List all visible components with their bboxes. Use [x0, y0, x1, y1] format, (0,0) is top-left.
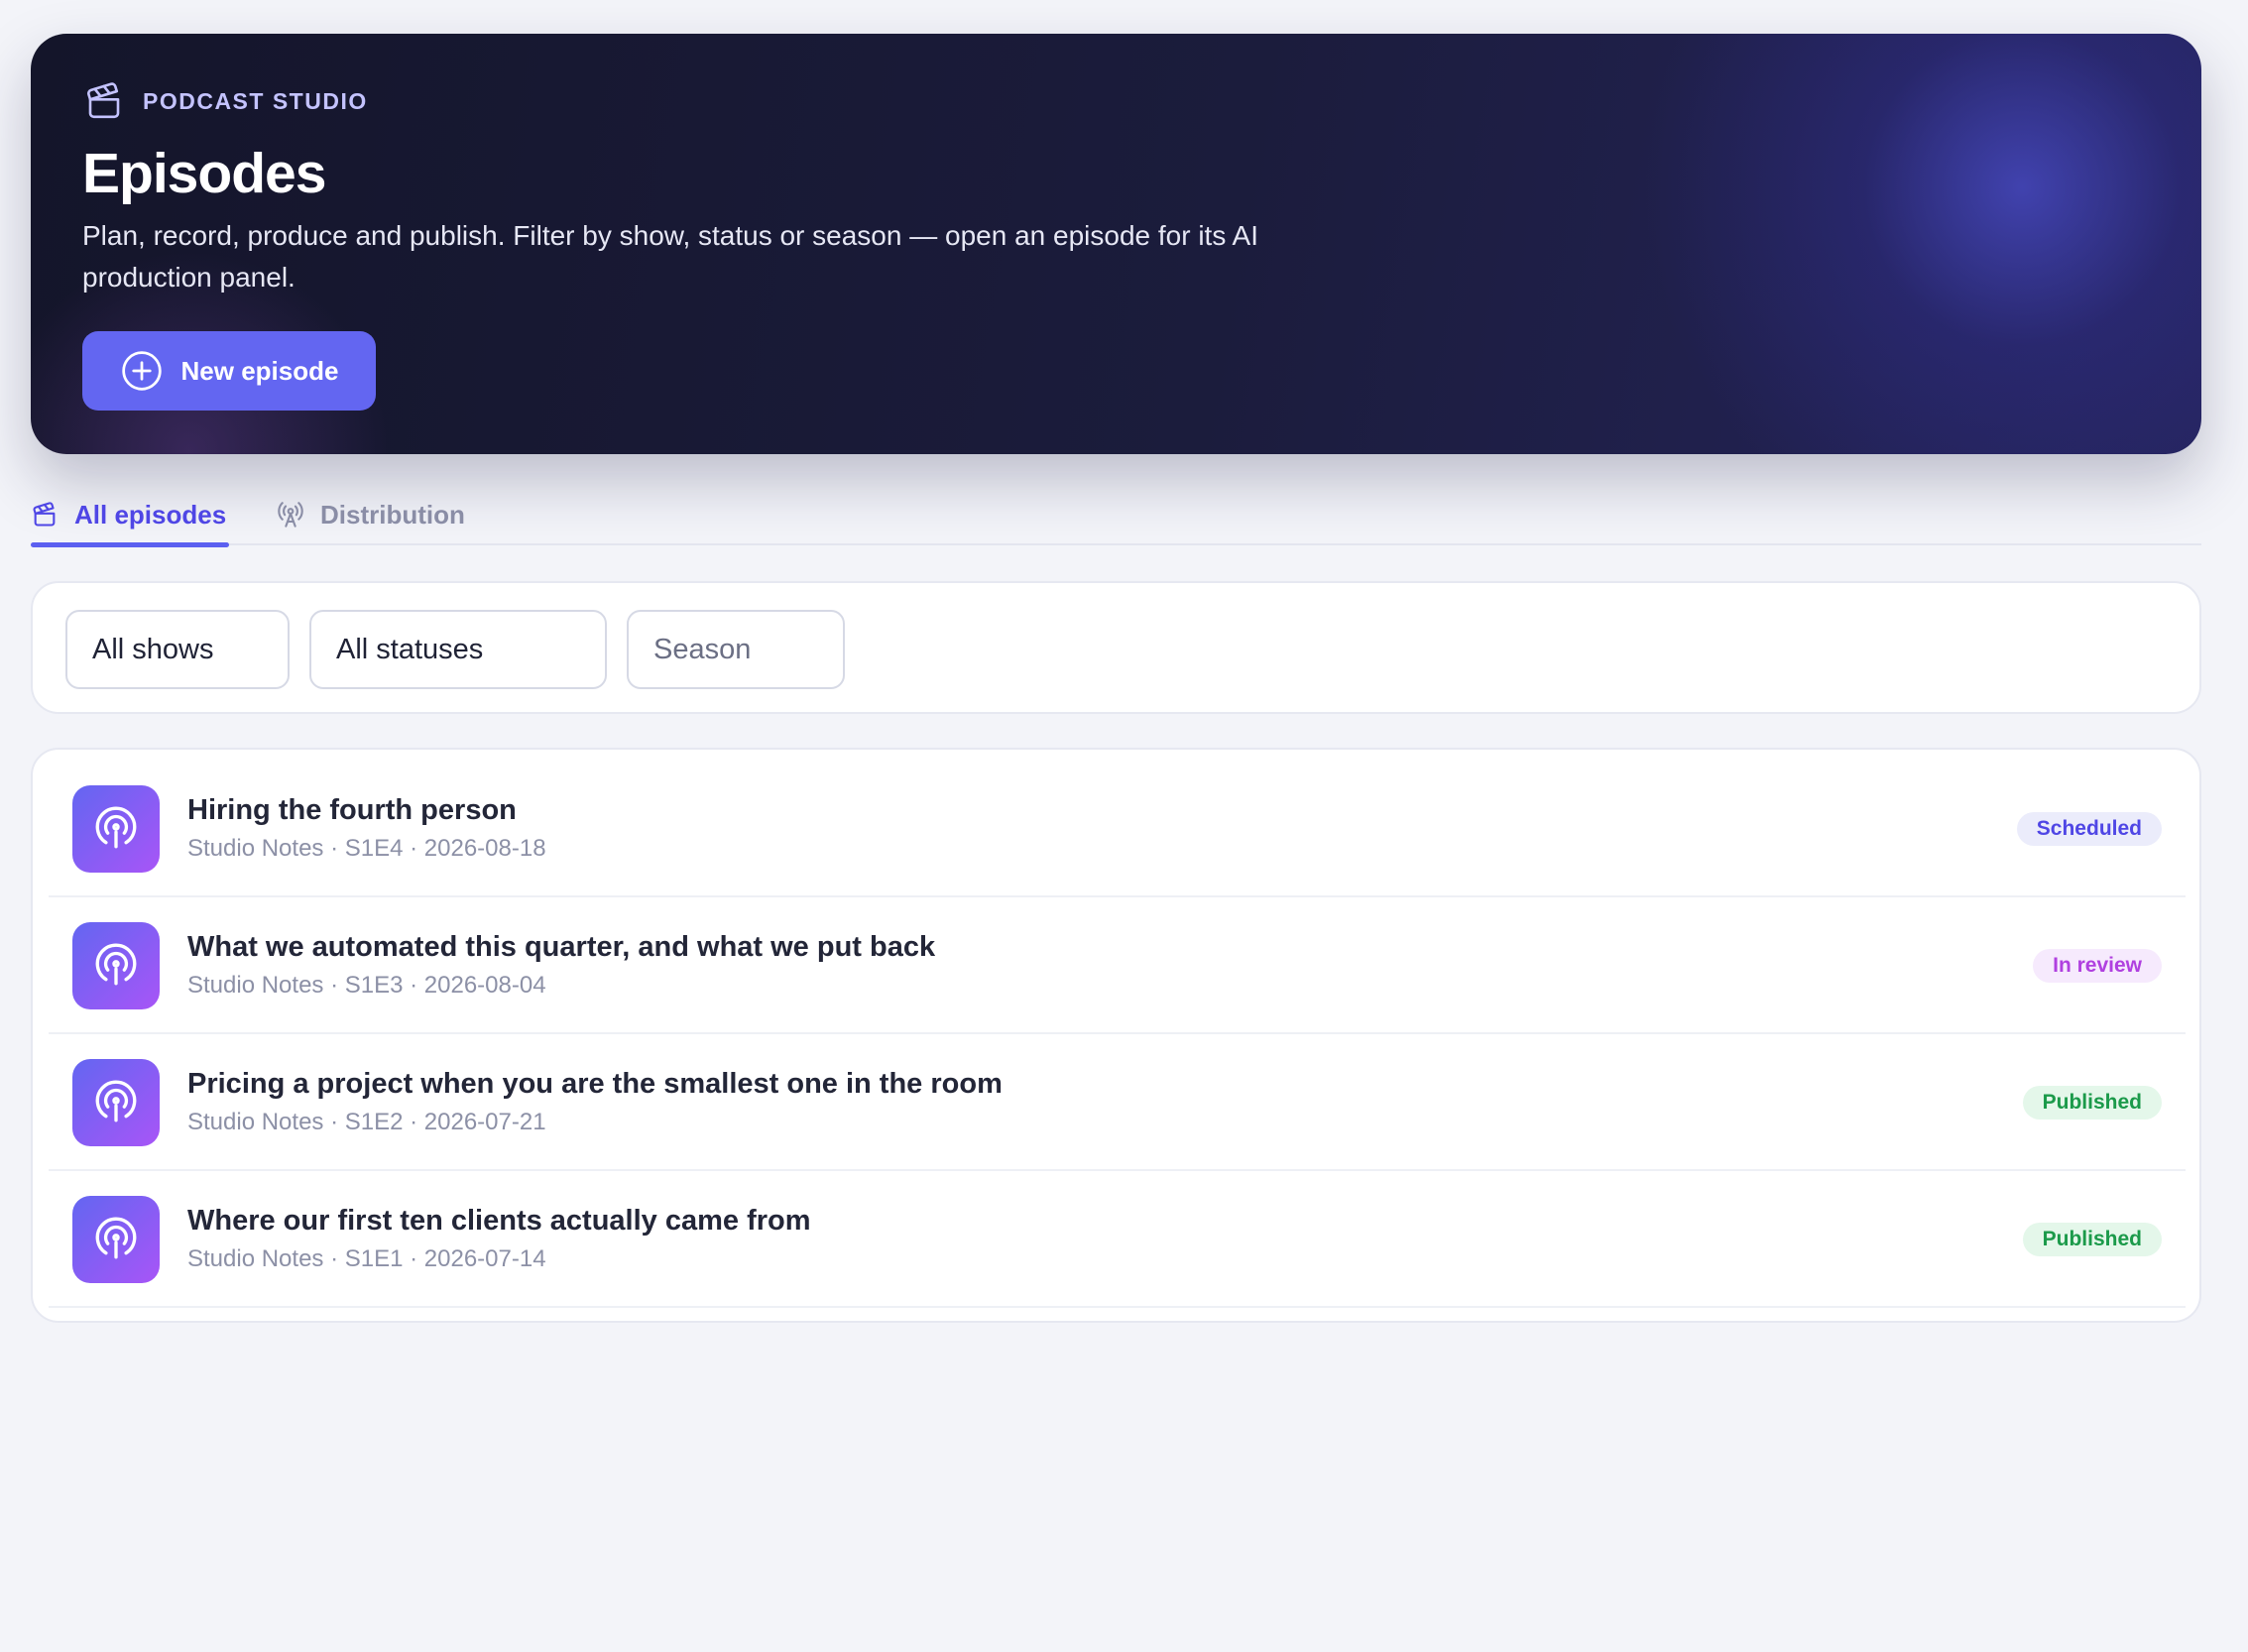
- episode-row[interactable]: Where our first ten clients actually cam…: [49, 1171, 2186, 1308]
- tab-distribution[interactable]: Distribution: [277, 484, 465, 545]
- clapperboard-icon: [33, 502, 56, 527]
- episode-title: Hiring the fourth person: [187, 794, 517, 826]
- page-title: Episodes: [82, 142, 326, 205]
- episode-title: Where our first ten clients actually cam…: [187, 1205, 811, 1237]
- tab-label: All episodes: [74, 499, 227, 530]
- episode-meta: Studio Notes · S1E3 · 2026-08-04: [187, 972, 546, 999]
- hero-banner: PODCAST STUDIO Episodes Plan, record, pr…: [31, 34, 2201, 454]
- podcast-icon: [95, 1080, 137, 1122]
- tab-all-episodes[interactable]: All episodes: [31, 484, 230, 547]
- episode-meta: Studio Notes · S1E4 · 2026-08-18: [187, 835, 546, 862]
- new-episode-button[interactable]: New episode: [82, 331, 376, 411]
- episode-title: Pricing a project when you are the small…: [187, 1068, 1003, 1100]
- episode-row[interactable]: What we automated this quarter, and what…: [49, 897, 2186, 1034]
- episode-row[interactable]: Pricing a project when you are the small…: [49, 1034, 2186, 1171]
- podcast-icon: [95, 1217, 137, 1259]
- episode-thumbnail: [72, 1196, 160, 1283]
- episode-row[interactable]: Hiring the fourth person Studio Notes · …: [49, 761, 2186, 897]
- clapperboard-icon: [87, 82, 120, 119]
- podcast-icon: [95, 943, 137, 986]
- status-badge: Scheduled: [2016, 812, 2162, 846]
- show-filter-select[interactable]: All shows: [65, 610, 290, 689]
- episode-meta: Studio Notes · S1E2 · 2026-07-21: [187, 1109, 546, 1135]
- episode-meta: Studio Notes · S1E1 · 2026-07-14: [187, 1245, 546, 1272]
- tab-bar: All episodes Distribution: [31, 484, 2201, 547]
- episode-list: Hiring the fourth person Studio Notes · …: [31, 748, 2201, 1323]
- season-filter-input[interactable]: Season: [627, 610, 845, 689]
- podcast-icon: [95, 806, 137, 849]
- status-badge: Published: [2022, 1223, 2162, 1256]
- plus-circle-icon: [121, 351, 162, 391]
- hero-eyebrow: PODCAST STUDIO: [83, 80, 368, 122]
- status-filter-select[interactable]: All statuses: [309, 610, 607, 689]
- new-episode-label: New episode: [180, 355, 339, 386]
- episode-title: What we automated this quarter, and what…: [187, 931, 936, 963]
- hero-eyebrow-label: PODCAST STUDIO: [143, 87, 368, 114]
- status-badge: Published: [2022, 1086, 2162, 1120]
- filter-bar: All shows All statuses Season: [31, 581, 2201, 714]
- page-subtitle: Plan, record, produce and publish. Filte…: [82, 220, 1259, 293]
- status-badge: In review: [2033, 949, 2162, 983]
- tab-label: Distribution: [320, 499, 465, 530]
- broadcast-tower-icon: [278, 502, 303, 528]
- page: PODCAST STUDIO Episodes Plan, record, pr…: [0, 0, 2248, 1652]
- episode-thumbnail: [72, 922, 160, 1009]
- episode-thumbnail: [72, 1059, 160, 1146]
- episode-thumbnail: [72, 785, 160, 873]
